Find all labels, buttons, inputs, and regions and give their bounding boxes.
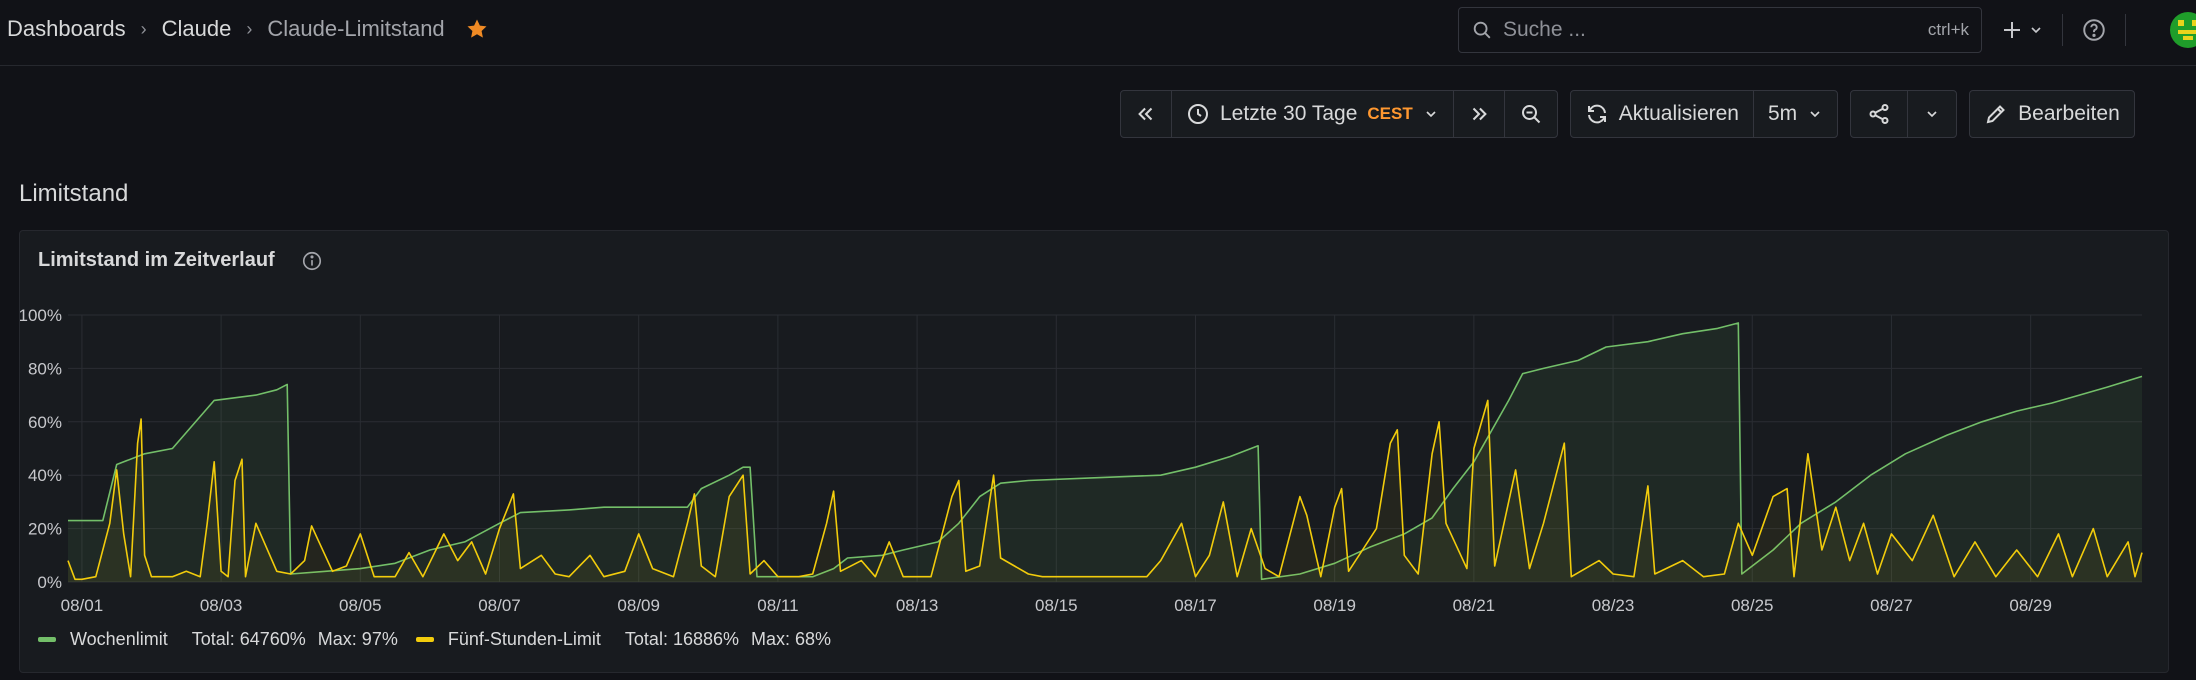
edit-group: Bearbeiten [1969, 90, 2135, 138]
refresh-label: Aktualisieren [1618, 102, 1739, 125]
x-tick-label: 08/03 [200, 596, 243, 615]
breadcrumb: Dashboards › Claude › Claude-Limitstand [7, 16, 489, 42]
refresh-interval-label: 5m [1767, 102, 1798, 125]
time-controls: Letzte 30 Tage CEST Aktualisieren 5m Bea… [1120, 90, 2135, 138]
x-tick-label: 08/05 [339, 596, 382, 615]
y-axis: 100% 80% 60% 40% 20% 0% [20, 306, 62, 592]
refresh-interval-picker[interactable]: 5m [1754, 91, 1837, 137]
top-navigation-bar: Dashboards › Claude › Claude-Limitstand … [0, 0, 2196, 66]
star-icon[interactable] [465, 17, 489, 41]
legend-total: Total: 64760% [191, 629, 306, 649]
time-picker-group: Letzte 30 Tage CEST [1120, 90, 1558, 138]
chevron-down-icon [2031, 27, 2041, 34]
x-tick-label: 08/29 [2009, 596, 2052, 615]
y-tick-label: 80% [28, 359, 62, 378]
divider [2062, 14, 2063, 46]
breadcrumb-dashboards[interactable]: Dashboards [7, 16, 126, 42]
avatar[interactable] [2170, 12, 2196, 48]
legend-swatch [415, 637, 434, 642]
time-range-label: Letzte 30 Tage [1220, 102, 1358, 125]
edit-button[interactable]: Bearbeiten [1970, 91, 2134, 137]
chevron-down-icon [1927, 111, 1937, 118]
chart-legend: Wochenlimit Total: 64760% Max: 97% Fünf-… [38, 629, 849, 650]
legend-item-fuenf-stunden-limit[interactable]: Fünf-Stunden-Limit Total: 16886% Max: 68… [415, 629, 832, 650]
x-tick-label: 08/07 [478, 596, 521, 615]
zoom-out-button[interactable] [1505, 91, 1557, 137]
refresh-group: Aktualisieren 5m [1569, 90, 1839, 138]
x-tick-label: 08/27 [1870, 596, 1913, 615]
x-tick-label: 08/25 [1731, 596, 1774, 615]
x-tick-label: 08/17 [1174, 596, 1217, 615]
breadcrumb-folder[interactable]: Claude [162, 16, 232, 42]
chevron-down-icon [1423, 106, 1439, 122]
top-right-actions [2000, 8, 2196, 52]
x-tick-label: 08/23 [1592, 596, 1635, 615]
legend-item-wochenlimit[interactable]: Wochenlimit Total: 64760% Max: 97% [38, 629, 398, 650]
timeseries-panel: Limitstand im Zeitverlauf 100% 80% 60% 40% 2… [19, 230, 2169, 673]
chevron-down-icon [1807, 106, 1823, 122]
add-new-button[interactable] [2000, 18, 2044, 42]
breadcrumb-separator-icon: › [140, 18, 147, 39]
search-placeholder: Suche ... [1503, 18, 1586, 41]
plus-icon [2004, 22, 2020, 38]
legend-max: Max: 68% [751, 629, 832, 649]
chevron-double-right-icon [1472, 107, 1487, 121]
legend-max: Max: 97% [317, 629, 398, 649]
time-shift-forward-button[interactable] [1454, 91, 1505, 137]
clock-icon [1188, 104, 1208, 124]
chart[interactable]: 100%80%60%40%20%0% 08/01 08/03 08/05 08/07 0… [20, 231, 2170, 616]
legend-label: Fünf-Stunden-Limit [447, 629, 601, 649]
time-shift-back-button[interactable] [1121, 91, 1172, 137]
chevron-double-left-icon [1138, 107, 1153, 121]
help-icon[interactable] [2081, 17, 2107, 43]
share-icon [1869, 104, 1889, 124]
share-menu-button[interactable] [1908, 91, 1956, 137]
x-tick-label: 08/09 [617, 596, 660, 615]
x-axis: 08/01 08/03 08/05 08/07 08/09 08/11 08/13 08/15… [61, 596, 2052, 615]
timezone-label: CEST [1367, 104, 1413, 123]
legend-label: Wochenlimit [70, 629, 168, 649]
zoom-out-icon [1521, 105, 1540, 124]
x-tick-label: 08/15 [1035, 596, 1078, 615]
legend-swatch [38, 637, 56, 642]
search-icon [1471, 19, 1493, 41]
breadcrumb-current: Claude-Limitstand [267, 16, 445, 41]
refresh-icon [1587, 104, 1606, 124]
y-tick-label: 60% [28, 413, 62, 432]
breadcrumb-separator-icon: › [246, 18, 253, 39]
divider [2125, 14, 2126, 46]
y-tick-label: 100% [20, 306, 62, 325]
search-shortcut: ctrl+k [1927, 20, 1969, 39]
x-tick-label: 08/19 [1313, 596, 1356, 615]
row-title[interactable]: Limitstand [19, 180, 128, 208]
edit-label: Bearbeiten [2018, 102, 2120, 125]
y-tick-label: 40% [28, 466, 62, 485]
x-tick-label: 08/21 [1453, 596, 1496, 615]
y-tick-label: 0% [37, 573, 62, 592]
chart-series [67, 322, 2143, 582]
x-tick-label: 08/01 [61, 596, 104, 615]
pencil-icon [1986, 105, 2006, 124]
time-range-picker[interactable]: Letzte 30 Tage CEST [1172, 91, 1454, 137]
legend-total: Total: 16886% [624, 629, 740, 649]
share-button[interactable] [1851, 91, 1909, 137]
x-tick-label: 08/13 [896, 596, 939, 615]
share-group [1850, 90, 1958, 138]
search-input[interactable]: Suche ... ctrl+k [1458, 7, 1982, 53]
refresh-button[interactable]: Aktualisieren [1571, 91, 1754, 137]
x-tick-label: 08/11 [757, 596, 798, 615]
y-tick-label: 20% [28, 520, 62, 539]
